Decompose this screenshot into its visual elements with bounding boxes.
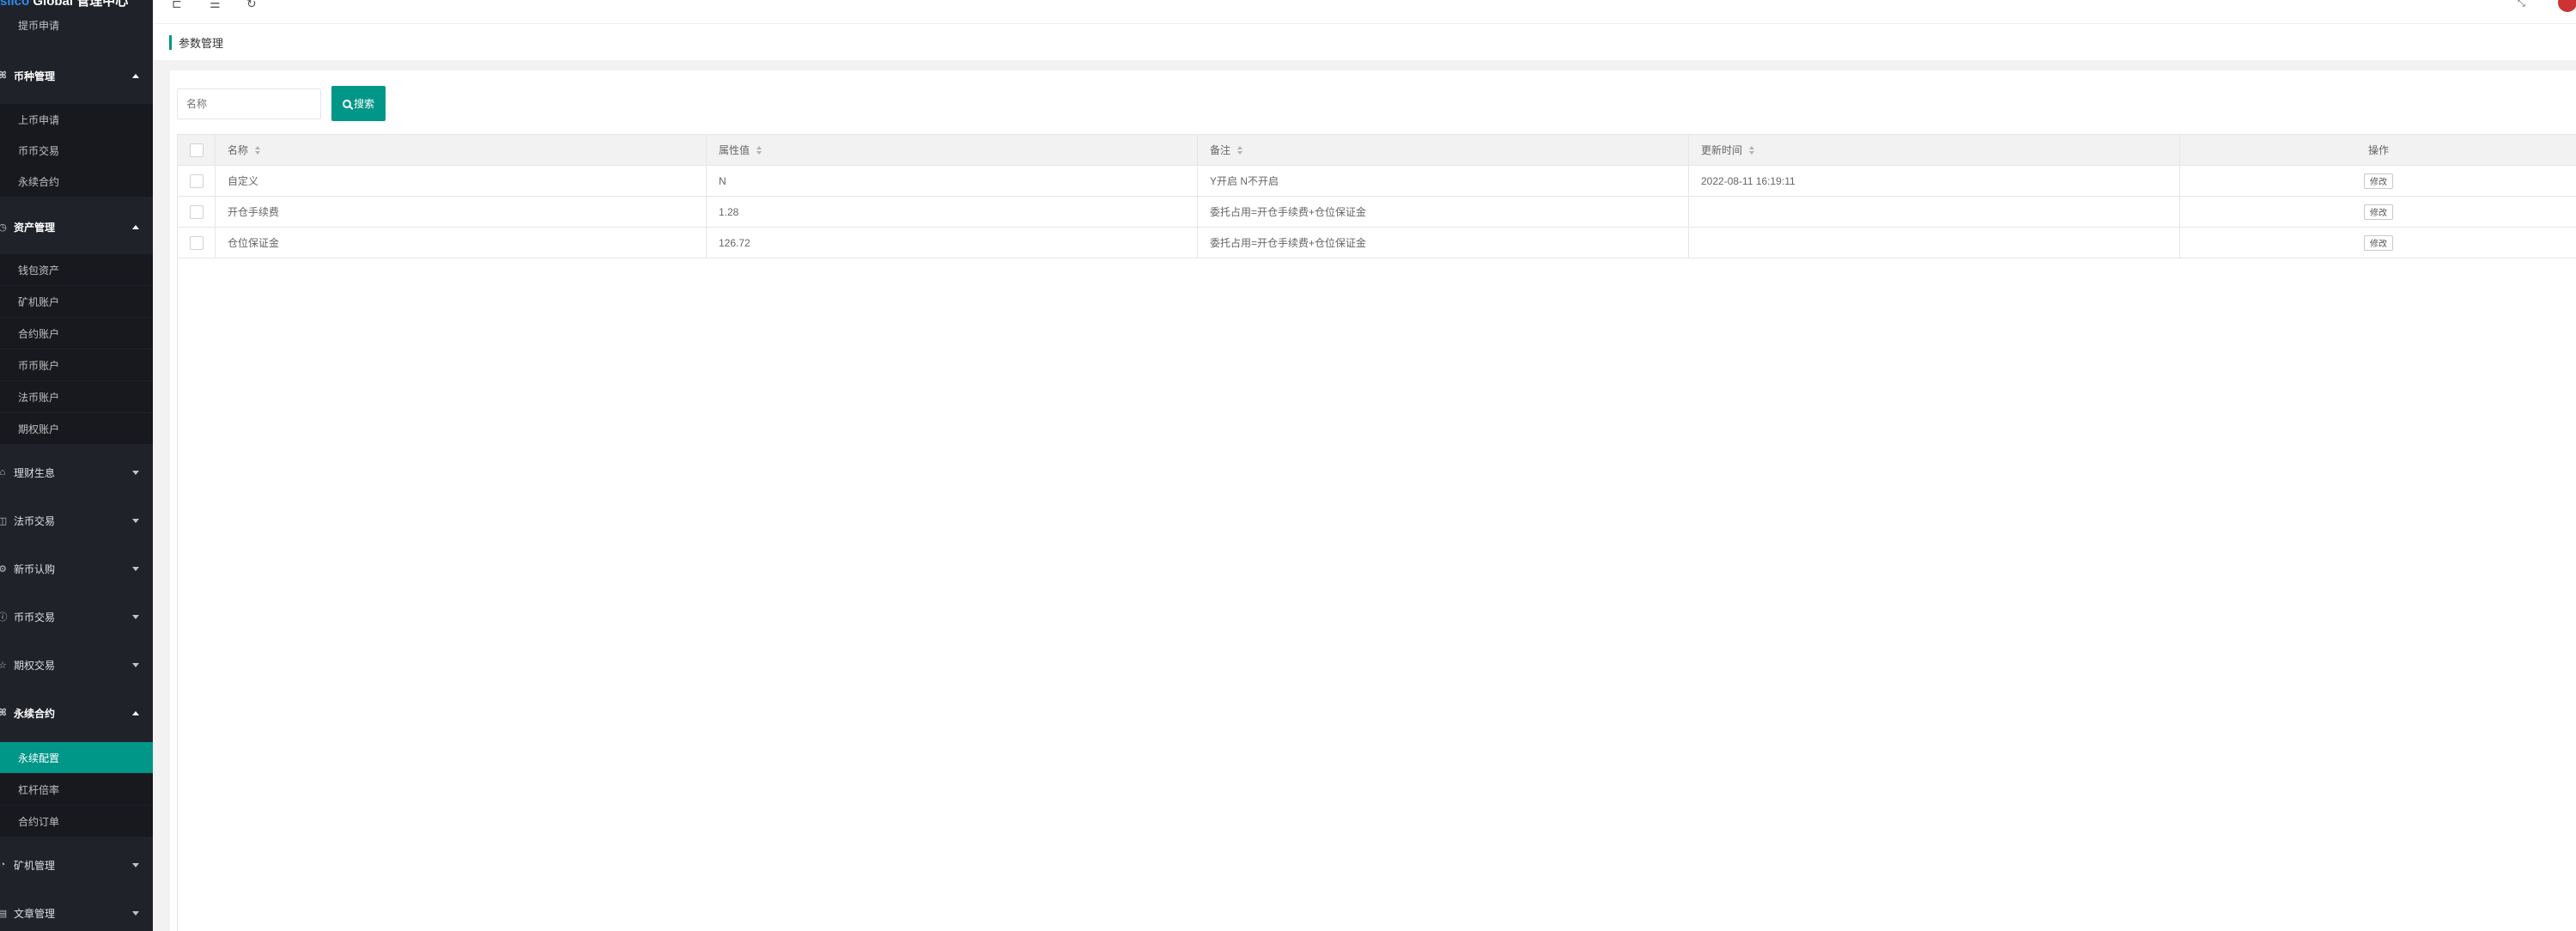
table-row: 仓位保证金 126.72 委托占用=开仓手续费+仓位保证金 修改 [178,228,2576,259]
fullscreen-icon[interactable]: ⤡ [2518,0,2525,9]
cell-remark: 委托占用=开仓手续费+仓位保证金 [1198,228,1689,258]
app-logo: slico Global 管理中心 [0,0,129,9]
sidebar-group-asset-management[interactable]: ◷ 资产管理 [0,208,153,246]
column-header-remark[interactable]: 备注 [1198,135,1689,165]
chevron-up-icon [132,710,139,715]
column-header-updated[interactable]: 更新时间 [1689,135,2180,165]
cell-action: 修改 [2180,166,2576,196]
sidebar: slico Global 管理中心 提币申请 ꕤ 币种管理 上币申请 币币交易 … [0,0,153,931]
cell-value: 126.72 [707,228,1198,258]
sidebar-item-miner-account[interactable]: 矿机账户 [0,286,153,317]
cell-remark: 委托占用=开仓手续费+仓位保证金 [1198,197,1689,227]
search-button[interactable]: 搜索 [331,86,386,121]
chevron-down-icon [132,614,139,619]
sidebar-item-options-account[interactable]: 期权账户 [0,413,153,444]
edit-button[interactable]: 修改 [2364,204,2393,220]
info-icon: ⓘ [0,612,8,623]
sidebar-group-new-coin[interactable]: ⚙ 新币认购 [0,550,153,587]
column-header-value[interactable]: 属性值 [707,135,1198,165]
chevron-down-icon [132,470,139,475]
chevron-down-icon [132,662,139,667]
cell-value: N [707,166,1198,196]
home-icon: ⌂ [0,467,6,478]
sidebar-item-listing-apply[interactable]: 上币申请 [0,104,153,135]
chevron-down-icon [132,910,139,916]
settings-icon: ⚙ [0,563,7,575]
row-checkbox[interactable] [189,173,204,188]
cell-remark: Y开启 N不开启 [1198,166,1689,196]
chevron-down-icon [132,518,139,523]
params-table: 名称 属性值 备注 更新时间 操作 自定义 N Y开启 N不开启 2022-08… [177,134,2576,931]
top-bar [153,0,2576,24]
sidebar-group-spot-trade[interactable]: ⓘ 币币交易 [0,598,153,636]
table-row: 自定义 N Y开启 N不开启 2022-08-11 16:19:11 修改 [178,166,2576,197]
edit-button[interactable]: 修改 [2364,234,2393,251]
sidebar-item-perpetual[interactable]: 永续合约 [0,166,153,197]
row-checkbox[interactable] [189,235,204,250]
sidebar-group-articles[interactable]: ▤ 文章管理 [0,894,153,931]
search-icon [342,99,351,108]
sidebar-item-wallet-assets[interactable]: 钱包资产 [0,254,153,285]
select-all-checkbox[interactable] [189,143,204,157]
sidebar-group-fiat-trade[interactable]: ◫ 法币交易 [0,502,153,539]
cell-action: 修改 [2180,197,2576,227]
sidebar-item-perpetual-config[interactable]: 永续配置 [0,742,153,773]
cell-updated [1689,228,2180,258]
sort-icon[interactable] [756,145,762,155]
reload-icon[interactable]: ↻ [246,0,257,11]
header-checkbox-cell [178,135,216,165]
sidebar-group-miner[interactable]: ◔ 矿机管理 [0,846,153,884]
breadcrumb-marker [169,34,172,50]
refresh-list-icon[interactable]: ☰ [210,0,221,11]
sidebar-item-fiat-account[interactable]: 法币账户 [0,381,153,412]
sidebar-item-contract-account[interactable]: 合约账户 [0,318,153,349]
cell-action: 修改 [2180,228,2576,258]
cell-updated: 2022-08-11 16:19:11 [1689,166,2180,196]
chevron-down-icon [132,566,139,571]
user-icon: ꕤ [0,707,7,718]
cell-name: 开仓手续费 [216,197,707,227]
lock-icon: ◫ [0,515,8,526]
clock-icon: ◷ [0,222,7,233]
cell-name: 自定义 [216,166,707,196]
sidebar-item-spot[interactable]: 币币交易 [0,135,153,166]
row-checkbox[interactable] [189,204,204,219]
sidebar-group-perpetual[interactable]: ꕤ 永续合约 [0,694,153,732]
sort-icon[interactable] [1749,145,1755,155]
breadcrumb: 参数管理 [153,24,2576,60]
row-checkbox-cell [178,197,216,227]
page-title: 参数管理 [179,36,224,50]
cell-value: 1.28 [707,197,1198,227]
column-header-action: 操作 [2367,144,2389,156]
search-input[interactable] [177,88,321,119]
sidebar-group-options-trade[interactable]: ☆ 期权交易 [0,646,153,684]
chart-icon: ◔ [0,860,6,870]
sidebar-item-withdraw-apply[interactable]: 提币申请 [0,15,153,34]
star-icon: ☆ [0,660,7,671]
sidebar-group-wealth[interactable]: ⌂ 理财生息 [0,453,153,491]
row-checkbox-cell [178,166,216,196]
sidebar-item-spot-account[interactable]: 币币账户 [0,350,153,380]
chevron-down-icon [132,862,139,867]
shrink-icon[interactable]: ⊏ [172,0,182,11]
sidebar-item-label: 提币申请 [18,19,60,32]
cell-name: 仓位保证金 [216,228,707,258]
edit-button[interactable]: 修改 [2364,173,2393,189]
sort-icon[interactable] [1237,145,1243,155]
sort-icon[interactable] [255,145,261,155]
sidebar-item-contract-orders[interactable]: 合约订单 [0,806,153,837]
row-checkbox-cell [178,228,216,258]
cell-updated [1689,197,2180,227]
sidebar-group-coin-management[interactable]: ꕤ 币种管理 [0,57,153,94]
document-icon: ▤ [0,908,8,919]
sidebar-item-leverage[interactable]: 杠杆倍率 [0,774,153,805]
user-icon: ꕤ [0,70,7,81]
chevron-up-icon [132,224,139,229]
table-header: 名称 属性值 备注 更新时间 操作 [178,134,2576,166]
chevron-up-icon [132,73,139,78]
column-header-name[interactable]: 名称 [216,135,707,165]
table-row: 开仓手续费 1.28 委托占用=开仓手续费+仓位保证金 修改 [178,197,2576,228]
